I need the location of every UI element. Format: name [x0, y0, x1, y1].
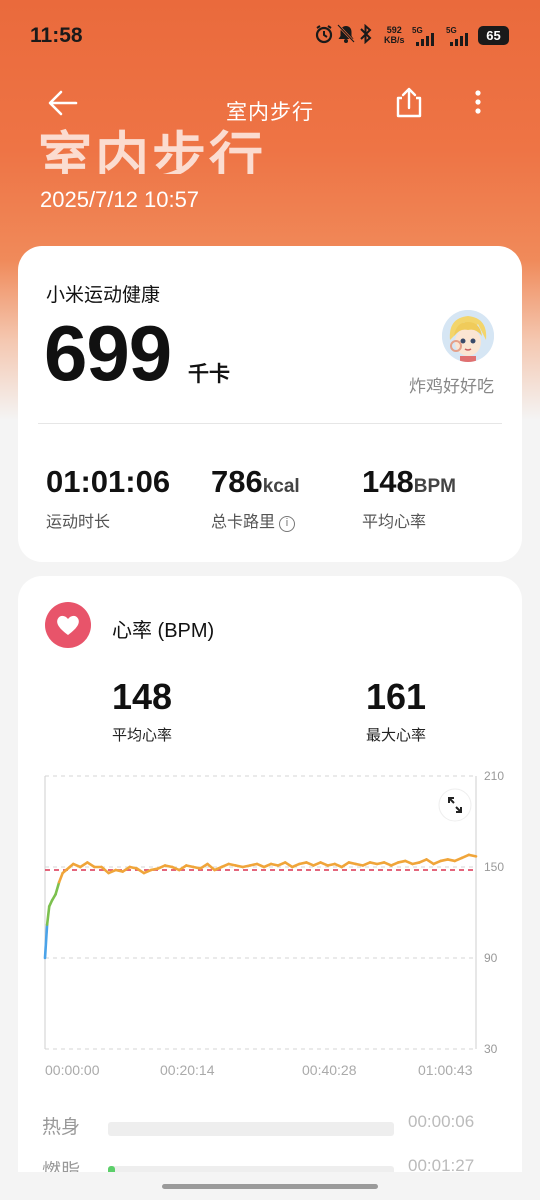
stat-hr-label: 平均心率 — [362, 514, 427, 531]
brand-label: 小米运动健康 — [46, 285, 161, 306]
avatar-image — [442, 310, 494, 362]
more-vertical-icon — [475, 90, 481, 114]
username: 炸鸡好好吃 — [409, 377, 494, 396]
avg-heart-rate-value: 148 — [112, 676, 173, 717]
stat-calories-unit: kcal — [262, 476, 300, 497]
hero-title-watermark: 室内步行 — [38, 128, 266, 174]
y-tick-label: 30 — [484, 1042, 498, 1056]
zone-name: 热身 — [42, 1117, 81, 1138]
signal-sim1-icon: 5G — [412, 26, 438, 46]
expand-chart-button[interactable] — [438, 788, 472, 822]
expand-button-bg — [438, 788, 472, 822]
max-heart-rate-label: 最大心率 — [366, 727, 427, 744]
network-speed: 592 KB/s — [384, 25, 405, 45]
max-heart-rate: 161 最大心率 — [366, 676, 426, 745]
heart-rate-line-segment — [45, 905, 51, 926]
stat-hr-unit: BPM — [413, 476, 456, 497]
calories-unit: 千卡 — [188, 363, 230, 386]
stat-duration: 01:01:06 运动时长 — [46, 464, 170, 532]
stat-duration-label: 运动时长 — [46, 514, 111, 531]
share-button[interactable] — [394, 86, 424, 120]
x-tick-label: 01:00:43 — [418, 1062, 473, 1078]
heart-rate-line-segment — [54, 880, 61, 896]
stat-calories-label: 总卡路里 — [211, 514, 276, 531]
heart-rate-card: 心率 (BPM) 148 平均心率 161 最大心率 210 150 90 30 00:… — [18, 576, 522, 1200]
stat-calories-value: 786 — [211, 464, 263, 499]
zone-duration: 00:00:06 — [408, 1112, 475, 1131]
status-bar: 11:58 592 KB/s 5G 5G 65 — [0, 0, 540, 72]
battery-icon: 65 — [478, 26, 509, 45]
calories-value: 699 — [44, 309, 172, 397]
heart-rate-line-segment — [467, 853, 478, 858]
zone-warmup: 热身 00:00:06 — [42, 1112, 498, 1142]
divider — [38, 423, 502, 424]
heart-rate-chart[interactable]: 210 150 90 30 00:00:00 00:20:14 00:40:28 01:00:… — [18, 766, 522, 1096]
stat-hr-value: 148 — [362, 464, 414, 499]
share-icon — [396, 87, 422, 118]
avg-heart-rate: 148 平均心率 — [112, 676, 172, 745]
network-speed-unit: KB/s — [384, 35, 405, 45]
y-tick-label: 210 — [484, 769, 504, 783]
stat-total-calories: 786kcal 总卡路里 i — [211, 464, 300, 532]
bluetooth-icon — [358, 23, 374, 49]
y-tick-label: 150 — [484, 860, 504, 874]
alarm-icon — [314, 24, 334, 49]
heart-rate-title: 心率 (BPM) — [112, 620, 215, 642]
stat-avg-heart-rate: 148BPM 平均心率 — [362, 464, 456, 532]
network-speed-value: 592 — [386, 25, 402, 35]
home-indicator[interactable] — [162, 1184, 378, 1189]
heart-rate-line-segment — [57, 871, 64, 884]
avatar[interactable] — [442, 310, 494, 362]
x-tick-label: 00:20:14 — [160, 1062, 215, 1078]
zone-track — [108, 1122, 394, 1136]
mute-bell-icon — [337, 24, 355, 49]
max-heart-rate-value: 161 — [366, 676, 427, 717]
stat-duration-value: 01:01:06 — [46, 464, 171, 499]
more-button[interactable] — [466, 88, 490, 118]
summary-card: 小米运动健康 699 千卡 炸鸡好好吃 01:01:06 运动时长 786kca… — [18, 246, 522, 562]
x-tick-label: 00:00:00 — [45, 1062, 100, 1078]
x-tick-label: 00:40:28 — [302, 1062, 357, 1078]
avg-heart-rate-label: 平均心率 — [112, 727, 173, 744]
signal-sim2-icon: 5G — [446, 26, 472, 46]
workout-datetime: 2025/7/12 10:57 — [40, 187, 200, 212]
y-tick-label: 90 — [484, 951, 498, 965]
status-time: 11:58 — [30, 24, 83, 47]
heart-icon — [45, 602, 91, 648]
info-icon[interactable]: i — [279, 516, 296, 532]
